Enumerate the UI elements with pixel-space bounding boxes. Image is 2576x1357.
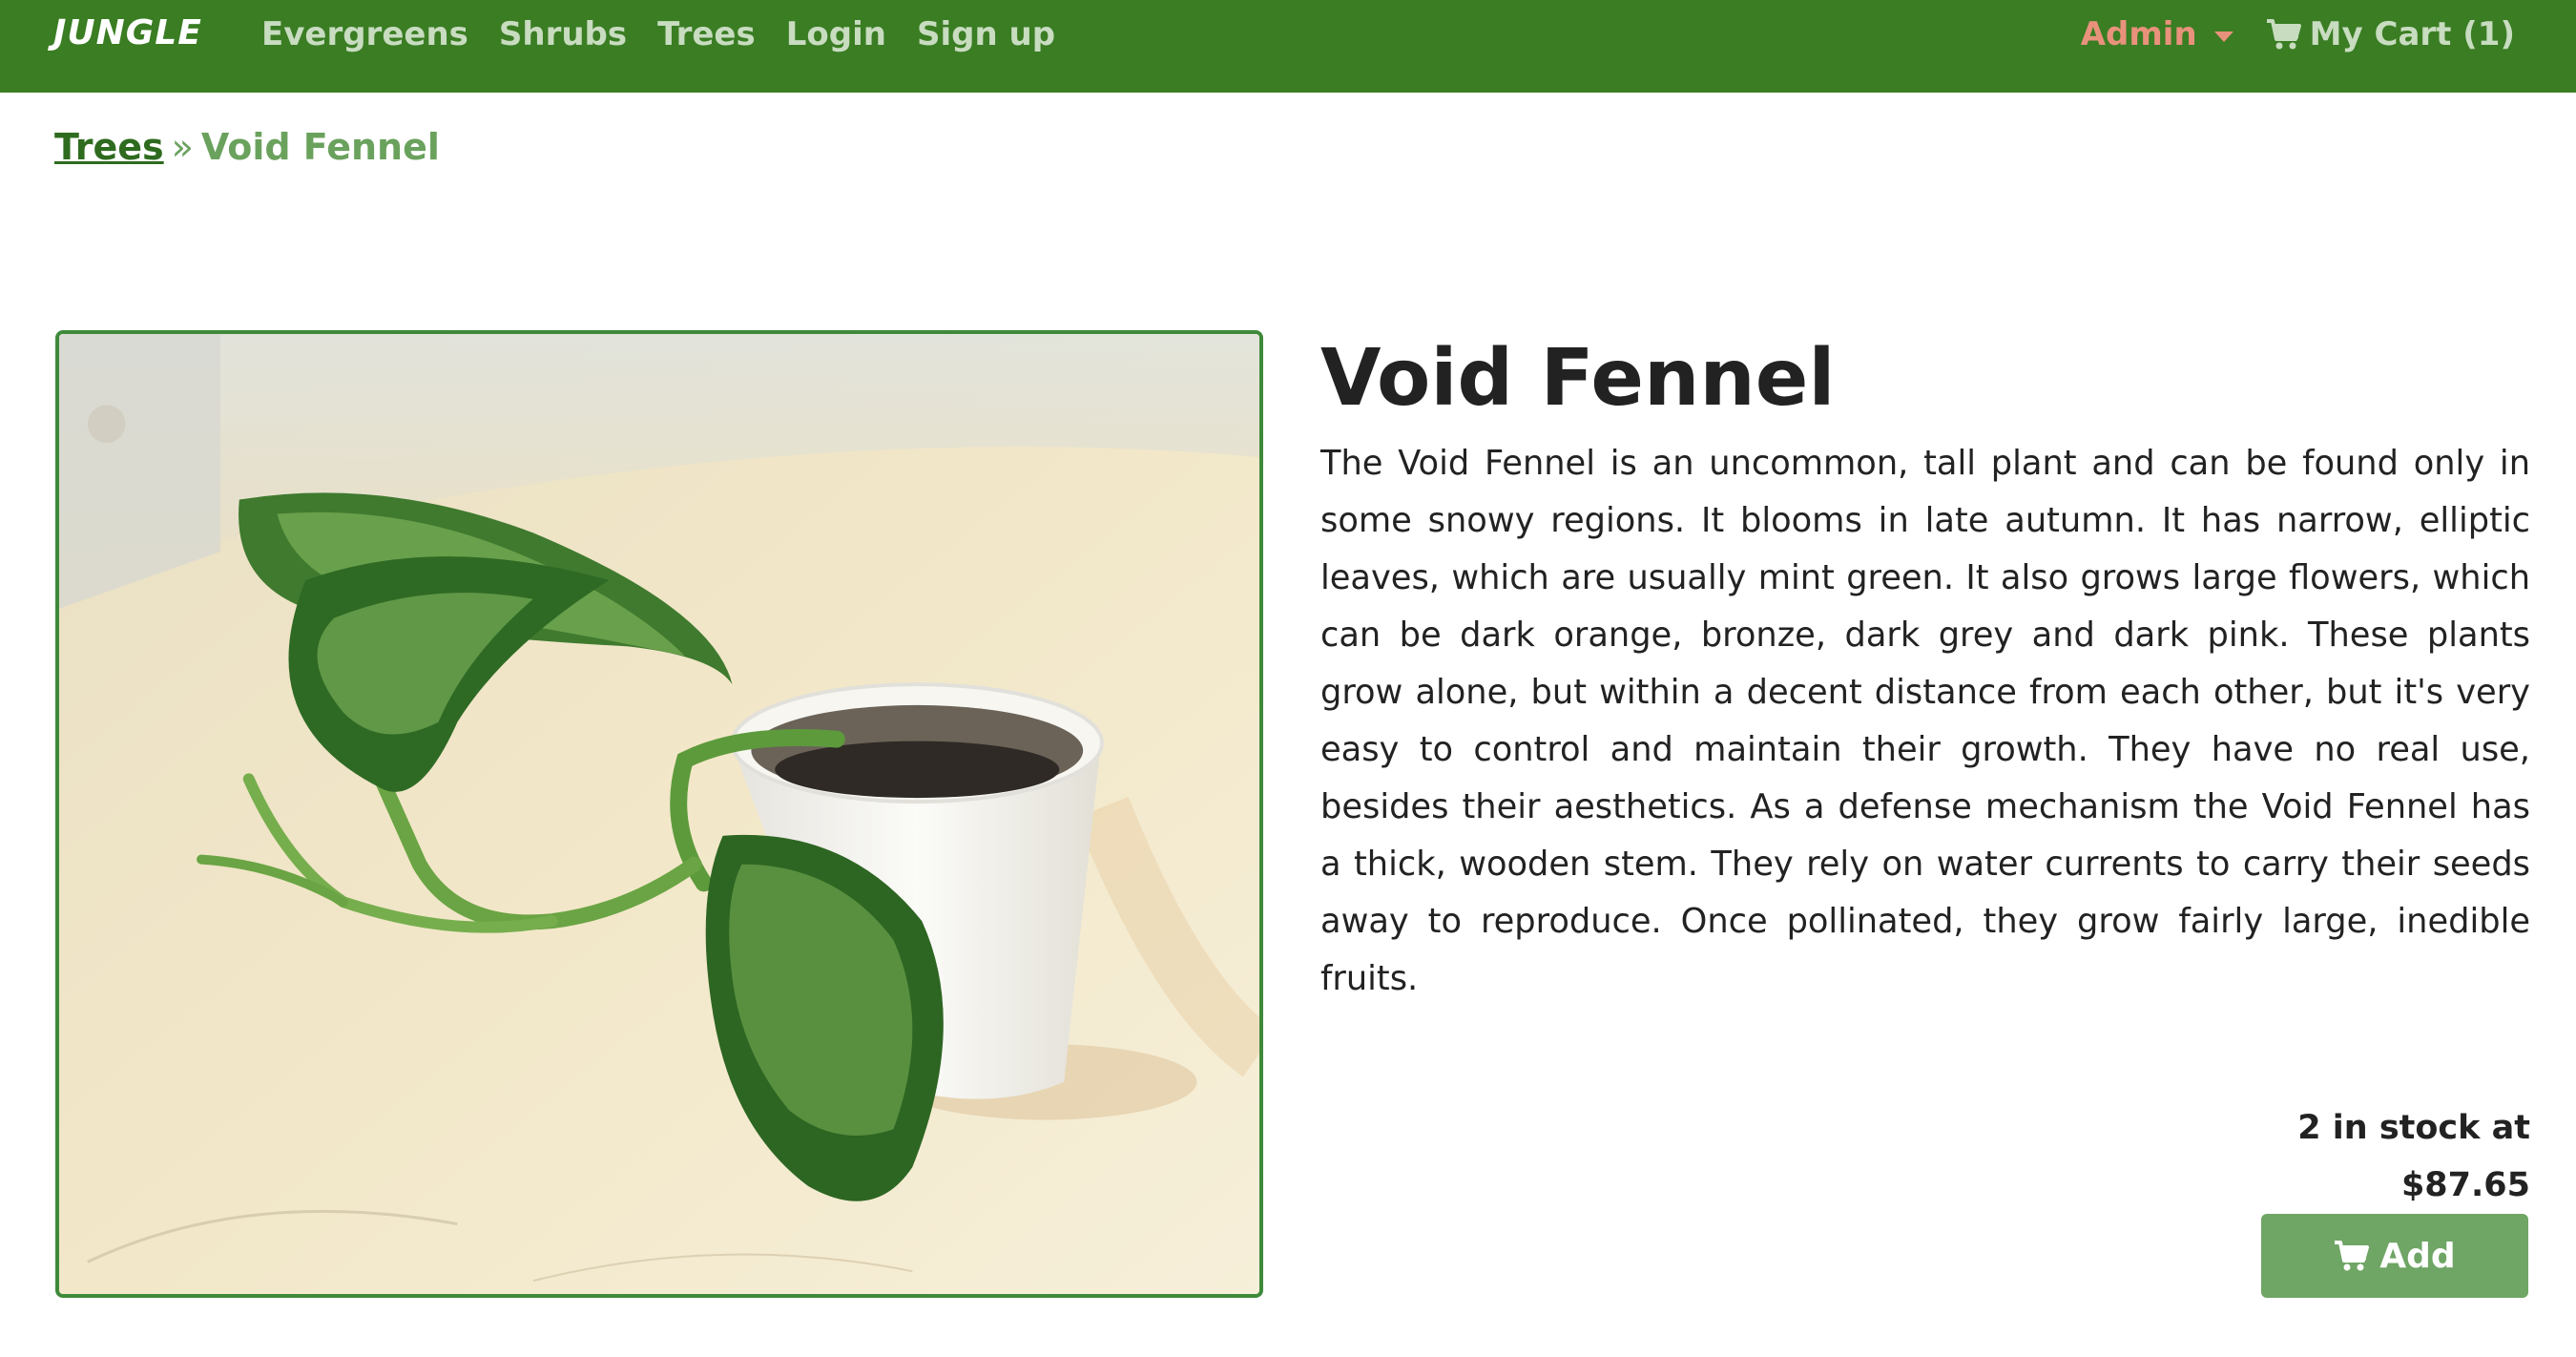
breadcrumb-current: Void Fennel — [200, 126, 440, 168]
breadcrumb-separator: » — [171, 126, 194, 168]
navbar: JUNGLE Evergreens Shrubs Trees Login Sig… — [0, 0, 2576, 93]
potted-plant-photo — [59, 334, 1259, 1294]
breadcrumb-link-trees[interactable]: Trees — [54, 126, 164, 168]
product-details: Void Fennel The Void Fennel is an uncomm… — [1320, 330, 2530, 1008]
nav-link-login[interactable]: Login — [786, 15, 886, 53]
product-description: The Void Fennel is an uncommon, tall pla… — [1320, 444, 2530, 999]
caret-down-icon — [2213, 31, 2233, 42]
breadcrumb: Trees» Void Fennel — [54, 126, 440, 168]
nav-link-shrubs[interactable]: Shrubs — [499, 15, 627, 53]
add-button-label: Add — [2379, 1236, 2456, 1276]
add-to-cart-button[interactable]: Add — [2261, 1214, 2528, 1298]
cart-link[interactable]: My Cart (1) — [2266, 15, 2515, 53]
cart-label: My Cart (1) — [2309, 15, 2515, 53]
nav-links: Evergreens Shrubs Trees Login Sign up — [261, 15, 1055, 53]
shopping-cart-icon — [2335, 1241, 2370, 1271]
nav-right: Admin My Cart (1) — [2081, 15, 2515, 53]
stock-text: 2 in stock at — [2297, 1109, 2530, 1147]
product-title: Void Fennel — [1320, 333, 1836, 424]
brand-logo[interactable]: JUNGLE — [53, 13, 202, 52]
nav-link-trees[interactable]: Trees — [657, 15, 756, 53]
nav-link-signup[interactable]: Sign up — [917, 15, 1055, 53]
nav-link-evergreens[interactable]: Evergreens — [261, 15, 468, 53]
stock-info: 2 in stock at $87.65 — [2297, 1099, 2530, 1214]
product-image — [55, 330, 1263, 1298]
product-price: $87.65 — [2400, 1166, 2530, 1204]
admin-dropdown[interactable]: Admin — [2081, 15, 2233, 53]
shopping-cart-icon — [2266, 19, 2301, 50]
admin-label: Admin — [2080, 15, 2197, 53]
